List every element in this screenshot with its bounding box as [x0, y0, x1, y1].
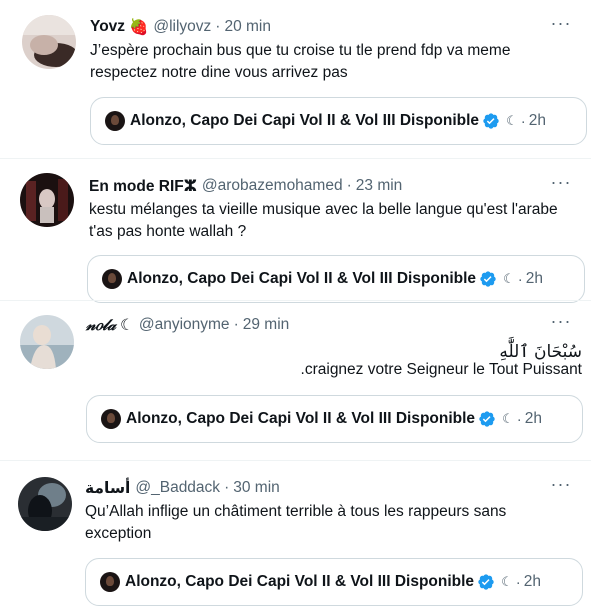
verified-badge-icon	[482, 112, 500, 130]
quote-author-name: Alonzo, Capo Dei Capi Vol II & Vol III D…	[127, 270, 477, 287]
verified-badge-icon	[478, 410, 496, 428]
quote-author-name: Alonzo, Capo Dei Capi Vol II & Vol III D…	[130, 112, 480, 129]
avatar[interactable]	[20, 173, 74, 227]
tweet-header: أسامة @_Baddack · 30 min	[85, 478, 280, 498]
moon-icon: ☾	[503, 271, 515, 286]
quoted-tweet[interactable]: Alonzo, Capo Dei Capi Vol II & Vol III D…	[86, 395, 583, 443]
tweet-header: En mode RIFⵣ @arobazemohamed · 23 min	[89, 176, 402, 196]
tweet-header: 𝓃𝑜𝓁𝒶 ☾ @anyionyme · 29 min	[86, 315, 289, 335]
tweet-item[interactable]: 𝓃𝑜𝓁𝒶 ☾ @anyionyme · 29 min ··· سُبْحَانَ…	[0, 301, 591, 457]
tweet-header: Yovz 🍓 @lilyovz · 20 min	[90, 17, 271, 37]
more-options-icon[interactable]: ···	[551, 475, 571, 498]
tweet-text: Qu’Allah inflige un châtiment terrible à…	[85, 503, 507, 542]
quote-timestamp: 2h	[523, 573, 541, 590]
strawberry-emoji-icon: 🍓	[129, 18, 149, 36]
quote-timestamp: 2h	[528, 112, 546, 129]
separator-dot: ·	[215, 18, 221, 35]
avatar[interactable]	[20, 315, 74, 369]
separator-dot: ·	[516, 410, 522, 428]
separator-dot: ·	[233, 316, 239, 333]
separator-dot: ·	[517, 270, 523, 288]
timestamp[interactable]: 23 min	[356, 177, 403, 195]
more-options-icon[interactable]: ···	[551, 14, 571, 37]
quoted-tweet[interactable]: Alonzo, Capo Dei Capi Vol II & Vol III D…	[85, 558, 583, 606]
timestamp[interactable]: 20 min	[224, 18, 271, 36]
tweet-text: .craignez votre Seigneur le Tout Puissan…	[300, 361, 582, 378]
quote-avatar	[105, 111, 125, 131]
display-name[interactable]: 𝓃𝑜𝓁𝒶	[86, 315, 116, 335]
quote-avatar	[101, 409, 121, 429]
quote-author-name: Alonzo, Capo Dei Capi Vol II & Vol III D…	[126, 410, 476, 427]
quoted-tweet[interactable]: Alonzo, Capo Dei Capi Vol II & Vol III D…	[87, 255, 585, 303]
user-handle[interactable]: @lilyovz	[153, 18, 211, 36]
display-name[interactable]: أسامة	[85, 479, 130, 498]
tweet-text: kestu mélanges ta vieille musique avec l…	[89, 201, 558, 240]
quote-timestamp: 2h	[524, 410, 542, 427]
quoted-tweet[interactable]: Alonzo, Capo Dei Capi Vol II & Vol III D…	[90, 97, 587, 145]
avatar[interactable]	[18, 477, 72, 531]
verified-badge-icon	[479, 270, 497, 288]
avatar[interactable]	[22, 15, 76, 69]
quote-timestamp: 2h	[525, 270, 543, 287]
tweet-text: J’espère prochain bus que tu croise tu t…	[90, 42, 511, 81]
moon-icon: ☾	[119, 316, 134, 334]
quote-avatar	[100, 572, 120, 592]
display-name[interactable]: Yovz	[90, 18, 125, 36]
moon-icon: ☾	[502, 411, 514, 426]
user-handle[interactable]: @_Baddack	[135, 479, 220, 497]
tweet-item[interactable]: En mode RIFⵣ @arobazemohamed · 23 min ··…	[0, 159, 591, 303]
verified-badge-icon	[477, 573, 495, 591]
moon-icon: ☾	[501, 574, 513, 589]
separator-dot: ·	[224, 479, 230, 496]
separator-dot: ·	[515, 573, 521, 591]
separator-dot: ·	[520, 112, 526, 130]
tweet-item[interactable]: أسامة @_Baddack · 30 min ··· Qu’Allah in…	[0, 461, 591, 608]
timestamp[interactable]: 29 min	[243, 316, 290, 334]
quote-avatar	[102, 269, 122, 289]
display-name[interactable]: En mode RIFⵣ	[89, 177, 197, 196]
separator-dot: ·	[346, 177, 352, 194]
user-handle[interactable]: @arobazemohamed	[202, 177, 343, 195]
more-options-icon[interactable]: ···	[551, 173, 571, 196]
tweet-item[interactable]: Yovz 🍓 @lilyovz · 20 min ··· J’espère pr…	[0, 0, 591, 146]
quote-author-name: Alonzo, Capo Dei Capi Vol II & Vol III D…	[125, 573, 475, 590]
timestamp[interactable]: 30 min	[233, 479, 280, 497]
more-options-icon[interactable]: ···	[551, 312, 571, 335]
user-handle[interactable]: @anyionyme	[139, 316, 230, 334]
moon-icon: ☾	[506, 113, 518, 128]
